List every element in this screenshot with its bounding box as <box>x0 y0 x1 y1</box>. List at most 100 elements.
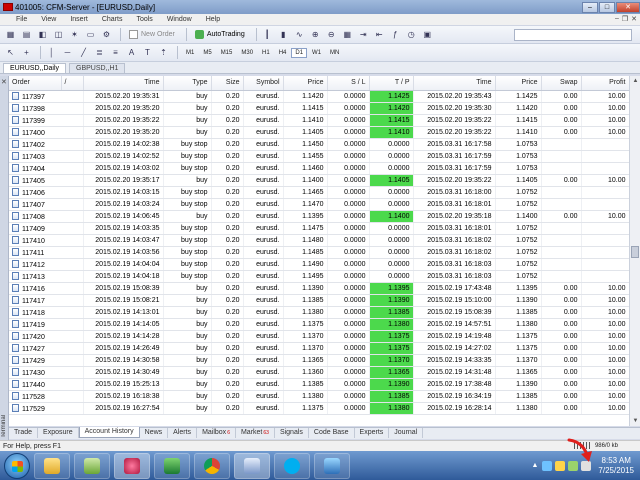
table-row[interactable]: 117528 2015.02.19 16:18:38 buy 0.20 eurusd. 1… <box>9 390 629 403</box>
table-row[interactable]: 117416 2015.02.19 15:08:39 buy 0.20 eurusd. 1… <box>9 282 629 295</box>
table-row[interactable]: 117429 2015.02.19 14:30:58 buy 0.20 eurusd. 1… <box>9 354 629 367</box>
bar-chart-icon[interactable]: ┃ <box>261 29 274 41</box>
tab-exposure[interactable]: Exposure <box>38 428 79 438</box>
tab-code-base[interactable]: Code Base <box>309 428 355 438</box>
table-row[interactable]: 117404 2015.02.19 14:03:02 buy stop 0.20 eur… <box>9 162 629 175</box>
chart-tab-gbpusd[interactable]: GBPUSD,,H1 <box>69 63 126 73</box>
tab-signals[interactable]: Signals <box>275 428 309 438</box>
table-row[interactable]: 117412 2015.02.19 14:04:04 buy stop 0.20 eur… <box>9 258 629 271</box>
fibonacci-icon[interactable]: ≡ <box>109 47 122 59</box>
taskbar-vpn[interactable] <box>314 452 350 479</box>
menu-insert[interactable]: Insert <box>63 16 95 23</box>
timeframe-h1[interactable]: H1 <box>258 48 274 58</box>
start-button[interactable] <box>4 452 30 479</box>
table-row[interactable]: 117407 2015.02.19 14:03:24 buy stop 0.20 eur… <box>9 198 629 211</box>
menu-file[interactable]: File <box>2 16 34 23</box>
terminal-close-icon[interactable]: ✕ <box>1 78 7 86</box>
scroll-down-icon[interactable]: ▼ <box>630 416 640 426</box>
column-header[interactable]: Type <box>163 76 212 91</box>
line-chart-icon[interactable]: ∿ <box>293 29 306 41</box>
timeframe-m5[interactable]: M5 <box>199 48 215 58</box>
navigator-icon[interactable]: ✶ <box>68 29 81 41</box>
tab-mailbox[interactable]: Mailbox 6 <box>197 428 236 438</box>
tray-flag-icon[interactable] <box>555 460 566 471</box>
column-header[interactable]: / <box>61 76 84 91</box>
timeframe-m15[interactable]: M15 <box>217 48 237 58</box>
taskbar-notepad[interactable] <box>74 452 110 479</box>
menu-view[interactable]: View <box>34 16 63 23</box>
column-header[interactable]: S / L <box>327 76 370 91</box>
table-row[interactable]: 117419 2015.02.19 14:14:05 buy 0.20 eurusd. 1… <box>9 318 629 331</box>
column-header[interactable]: Profit <box>581 76 629 91</box>
table-row[interactable]: 117440 2015.02.19 15:25:13 buy 0.20 eurusd. 1… <box>9 378 629 391</box>
candlestick-icon[interactable]: ▮ <box>277 29 290 41</box>
table-row[interactable]: 117406 2015.02.19 14:03:15 buy stop 0.20 eur… <box>9 186 629 199</box>
maximize-button[interactable]: □ <box>599 1 615 13</box>
equidistant-channel-icon[interactable]: ≣ <box>93 47 106 59</box>
horizontal-line-icon[interactable]: ─ <box>61 47 74 59</box>
zoom-in-icon[interactable]: ⊕ <box>309 29 322 41</box>
templates-icon[interactable]: ▣ <box>421 29 434 41</box>
vertical-line-icon[interactable]: │ <box>45 47 58 59</box>
table-row[interactable]: 117403 2015.02.19 14:02:52 buy stop 0.20 eur… <box>9 150 629 163</box>
auto-scroll-icon[interactable]: ⇤ <box>373 29 386 41</box>
zoom-out-icon[interactable]: ⊖ <box>325 29 338 41</box>
vertical-scrollbar[interactable]: ▲ ▼ <box>629 76 640 426</box>
taskbar-chrome[interactable] <box>194 452 230 479</box>
table-row[interactable]: 117405 2015.02.20 19:35:17 buy 0.20 eurusd. 1… <box>9 174 629 187</box>
table-row[interactable]: 117400 2015.02.20 19:35:20 buy 0.20 eurusd. 1… <box>9 126 629 139</box>
crosshair-icon[interactable]: + <box>20 47 33 59</box>
column-header[interactable]: Time <box>413 76 496 91</box>
timeframe-d1[interactable]: D1 <box>291 47 308 58</box>
search-input[interactable] <box>514 29 632 41</box>
tab-market[interactable]: Market 63 <box>236 428 275 438</box>
table-row[interactable]: 117397 2015.02.20 19:35:31 buy 0.20 eurusd. 1… <box>9 90 629 103</box>
new-chart-icon[interactable]: ▦ <box>4 29 17 41</box>
table-row[interactable]: 117413 2015.02.19 14:04:18 buy stop 0.20 eur… <box>9 270 629 283</box>
table-row[interactable]: 117409 2015.02.19 14:03:35 buy stop 0.20 eur… <box>9 222 629 235</box>
menu-charts[interactable]: Charts <box>95 16 130 23</box>
tab-news[interactable]: News <box>140 428 169 438</box>
cursor-icon[interactable]: ↖ <box>4 47 17 59</box>
table-row[interactable]: 117418 2015.02.19 14:13:01 buy 0.20 eurusd. 1… <box>9 306 629 319</box>
timeframe-m30[interactable]: M30 <box>237 48 257 58</box>
menu-tools[interactable]: Tools <box>129 16 159 23</box>
table-row[interactable]: 117398 2015.02.20 19:35:20 buy 0.20 eurusd. 1… <box>9 102 629 115</box>
timeframe-mn[interactable]: MN <box>326 48 343 58</box>
scroll-thumb[interactable] <box>631 246 639 258</box>
indicators-icon[interactable]: ƒ <box>389 29 402 41</box>
table-row[interactable]: 117529 2015.02.19 16:27:54 buy 0.20 eurusd. 1… <box>9 402 629 415</box>
taskbar-excel[interactable] <box>154 452 190 479</box>
table-row[interactable]: 117402 2015.02.19 14:02:38 buy stop 0.20 eur… <box>9 138 629 151</box>
taskbar-clock[interactable]: 8:53 AM 7/25/2015 <box>598 456 634 476</box>
periods-icon[interactable]: ◷ <box>405 29 418 41</box>
text-label-icon[interactable]: T <box>141 47 154 59</box>
market-watch-icon[interactable]: ◧ <box>36 29 49 41</box>
tab-account-history[interactable]: Account History <box>78 427 140 438</box>
table-row[interactable]: 117430 2015.02.19 14:30:49 buy 0.20 eurusd. 1… <box>9 366 629 379</box>
profiles-icon[interactable]: ▤ <box>20 29 33 41</box>
column-header[interactable]: Time <box>83 76 164 91</box>
column-header[interactable]: Size <box>211 76 244 91</box>
column-header[interactable]: T / P <box>369 76 414 91</box>
new-order-button[interactable]: New Order <box>125 29 179 40</box>
taskbar-metatrader[interactable] <box>234 452 270 479</box>
child-minimize-button[interactable]: – <box>615 15 619 23</box>
text-icon[interactable]: A <box>125 47 138 59</box>
close-button[interactable]: ✕ <box>616 1 640 13</box>
show-hidden-icons-icon[interactable]: ▲ <box>531 462 538 469</box>
arrows-icon[interactable]: ⇡ <box>157 47 170 59</box>
table-row[interactable]: 117427 2015.02.19 14:26:49 buy 0.20 eurusd. 1… <box>9 342 629 355</box>
menu-help[interactable]: Help <box>199 16 227 23</box>
scroll-up-icon[interactable]: ▲ <box>630 76 640 86</box>
taskbar-snipping[interactable] <box>114 452 150 479</box>
minimize-button[interactable]: – <box>582 1 598 13</box>
timeframe-m1[interactable]: M1 <box>182 48 198 58</box>
child-restore-button[interactable]: ❐ <box>622 15 628 23</box>
tab-trade[interactable]: Trade <box>9 428 39 438</box>
column-header[interactable]: Price <box>283 76 328 91</box>
auto-trading-button[interactable]: AutoTrading <box>191 29 249 40</box>
table-row[interactable]: 117410 2015.02.19 14:03:47 buy stop 0.20 eur… <box>9 234 629 247</box>
tab-journal[interactable]: Journal <box>389 428 424 438</box>
taskbar-skype[interactable] <box>274 452 310 479</box>
